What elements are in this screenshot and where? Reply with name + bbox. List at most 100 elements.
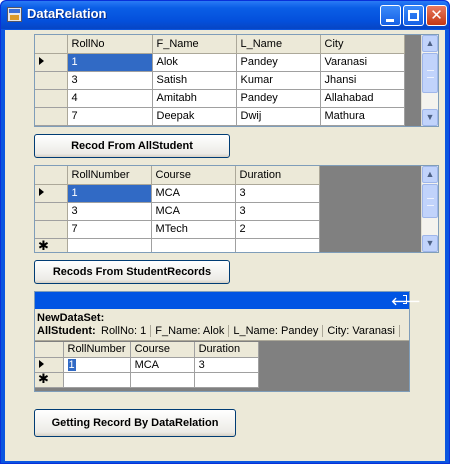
cell[interactable]: Kumar bbox=[236, 71, 321, 90]
current-row-arrow-icon bbox=[39, 57, 44, 65]
maximize-button[interactable] bbox=[403, 5, 424, 26]
column-header-city[interactable]: City bbox=[320, 35, 405, 54]
getting-record-by-datarelation-button[interactable]: Getting Record By DataRelation bbox=[34, 409, 236, 437]
table-row[interactable]: 3 MCA 3 bbox=[35, 202, 320, 221]
cell[interactable]: Amitabh bbox=[152, 89, 237, 108]
row-header[interactable] bbox=[35, 107, 68, 126]
maximize-icon bbox=[408, 10, 419, 21]
top-left-header-cell[interactable] bbox=[35, 166, 68, 185]
row-header[interactable] bbox=[35, 220, 68, 239]
cell[interactable]: 7 bbox=[67, 220, 152, 239]
current-row-arrow-icon bbox=[39, 359, 44, 368]
cell[interactable]: Pandey bbox=[236, 89, 321, 108]
cell[interactable]: 2 bbox=[235, 220, 320, 239]
app-window: DataRelation ✕ RollNo F_Name L_Name City… bbox=[0, 0, 450, 464]
column-header-f-name[interactable]: F_Name bbox=[152, 35, 237, 54]
records-from-studentrecords-button[interactable]: Recods From StudentRecords bbox=[34, 260, 230, 284]
cell[interactable]: MCA bbox=[151, 202, 236, 221]
cell[interactable]: Deepak bbox=[152, 107, 237, 126]
window-title: DataRelation bbox=[27, 6, 107, 21]
row-header[interactable]: ✱ bbox=[35, 238, 68, 253]
row-header[interactable] bbox=[35, 202, 68, 221]
scroll-down-arrow-icon[interactable]: ▼ bbox=[422, 109, 438, 126]
table-row[interactable]: 7 MTech 2 bbox=[35, 220, 320, 239]
new-row[interactable]: ✱ bbox=[35, 372, 259, 388]
cell[interactable]: 4 bbox=[67, 89, 153, 108]
cell[interactable] bbox=[194, 372, 259, 388]
cell[interactable]: 3 bbox=[235, 202, 320, 221]
close-button[interactable]: ✕ bbox=[426, 5, 447, 26]
table-row[interactable]: 7 Deepak Dwij Mathura bbox=[35, 107, 405, 126]
scroll-up-arrow-icon[interactable]: ▲ bbox=[422, 166, 438, 183]
new-row[interactable]: ✱ bbox=[35, 238, 320, 253]
grid-caption-bar: 🡐 bbox=[35, 292, 421, 309]
vertical-scrollbar[interactable]: ▲ ▼ bbox=[421, 166, 438, 252]
table-row[interactable]: 1 MCA 3 bbox=[35, 357, 259, 373]
scroll-thumb[interactable] bbox=[422, 53, 438, 93]
cell[interactable] bbox=[67, 238, 152, 252]
record-from-allstudent-button[interactable]: Recod From AllStudent bbox=[34, 134, 230, 158]
vertical-scrollbar[interactable]: ▲ ▼ bbox=[421, 35, 438, 126]
column-header-course[interactable]: Course bbox=[151, 166, 236, 185]
table-row[interactable]: 4 Amitabh Pandey Allahabad bbox=[35, 89, 405, 108]
column-header-l-name[interactable]: L_Name bbox=[236, 35, 321, 54]
row-header[interactable] bbox=[35, 357, 64, 373]
row-header[interactable] bbox=[35, 184, 68, 203]
cell[interactable]: Jhansi bbox=[320, 71, 405, 90]
cell[interactable]: Alok bbox=[152, 53, 237, 72]
column-header-rollno[interactable]: RollNo bbox=[67, 35, 153, 54]
cell[interactable]: 3 bbox=[235, 184, 320, 203]
close-icon: ✕ bbox=[430, 7, 443, 24]
row-header[interactable] bbox=[35, 71, 68, 90]
title-bar[interactable]: DataRelation ✕ bbox=[1, 1, 449, 29]
cell[interactable]: 3 bbox=[67, 202, 152, 221]
data-relation-grid[interactable]: 🡐 NewDataSet: AllStudent: RollNo: 1 F_Nam… bbox=[34, 291, 421, 392]
cell[interactable] bbox=[63, 372, 131, 388]
column-header-course[interactable]: Course bbox=[130, 342, 195, 358]
cell[interactable]: 3 bbox=[194, 357, 259, 373]
cell[interactable] bbox=[151, 238, 236, 252]
cell[interactable]: Allahabad bbox=[320, 89, 405, 108]
scroll-up-arrow-icon[interactable]: ▲ bbox=[422, 35, 438, 52]
column-header-rollnumber[interactable]: RollNumber bbox=[67, 166, 152, 185]
scroll-thumb[interactable] bbox=[422, 184, 438, 218]
row-header[interactable] bbox=[35, 53, 68, 72]
student-records-grid[interactable]: RollNumber Course Duration 1 MCA 3 3 MCA… bbox=[34, 165, 439, 253]
row-header[interactable]: ✱ bbox=[35, 372, 64, 388]
cell[interactable]: 1 bbox=[67, 184, 152, 203]
row-header[interactable] bbox=[35, 89, 68, 108]
details-toggle-icon[interactable] bbox=[403, 295, 407, 304]
top-left-header-cell[interactable] bbox=[35, 35, 68, 54]
student-records-table: RollNumber Course Duration 1 MCA 3 3 MCA… bbox=[35, 166, 320, 253]
cell-value[interactable]: 1 bbox=[67, 358, 76, 371]
top-left-header-cell[interactable] bbox=[35, 342, 64, 358]
table-row[interactable]: 3 Satish Kumar Jhansi bbox=[35, 71, 405, 90]
new-row-asterisk-icon: ✱ bbox=[38, 238, 49, 253]
column-header-rollnumber[interactable]: RollNumber bbox=[63, 342, 131, 358]
cell[interactable]: MCA bbox=[130, 357, 195, 373]
minimize-button[interactable] bbox=[380, 5, 401, 26]
scroll-down-arrow-icon[interactable]: ▼ bbox=[422, 235, 438, 252]
cell[interactable]: 1 bbox=[67, 53, 153, 72]
column-header-duration[interactable]: Duration bbox=[194, 342, 259, 358]
cell[interactable]: MCA bbox=[151, 184, 236, 203]
table-row[interactable]: 1 Alok Pandey Varanasi bbox=[35, 53, 405, 72]
cell-editing[interactable]: 1 bbox=[63, 357, 131, 373]
cell[interactable] bbox=[130, 372, 195, 388]
parent-field-rollno: RollNo: 1 bbox=[97, 325, 152, 337]
cell[interactable]: Mathura bbox=[320, 107, 405, 126]
cell[interactable] bbox=[235, 238, 320, 252]
child-records-table: RollNumber Course Duration 1 MCA 3 ✱ bbox=[35, 342, 259, 388]
column-header-duration[interactable]: Duration bbox=[235, 166, 320, 185]
cell[interactable]: Pandey bbox=[236, 53, 321, 72]
cell[interactable]: Varanasi bbox=[320, 53, 405, 72]
cell[interactable]: MTech bbox=[151, 220, 236, 239]
cell[interactable]: Satish bbox=[152, 71, 237, 90]
parent-rows-panel: NewDataSet: AllStudent: RollNo: 1 F_Name:… bbox=[35, 309, 409, 341]
minimize-icon bbox=[386, 19, 394, 22]
all-student-grid[interactable]: RollNo F_Name L_Name City 1 Alok Pandey … bbox=[34, 34, 439, 127]
cell[interactable]: 3 bbox=[67, 71, 153, 90]
cell[interactable]: Dwij bbox=[236, 107, 321, 126]
table-row[interactable]: 1 MCA 3 bbox=[35, 184, 320, 203]
cell[interactable]: 7 bbox=[67, 107, 153, 126]
